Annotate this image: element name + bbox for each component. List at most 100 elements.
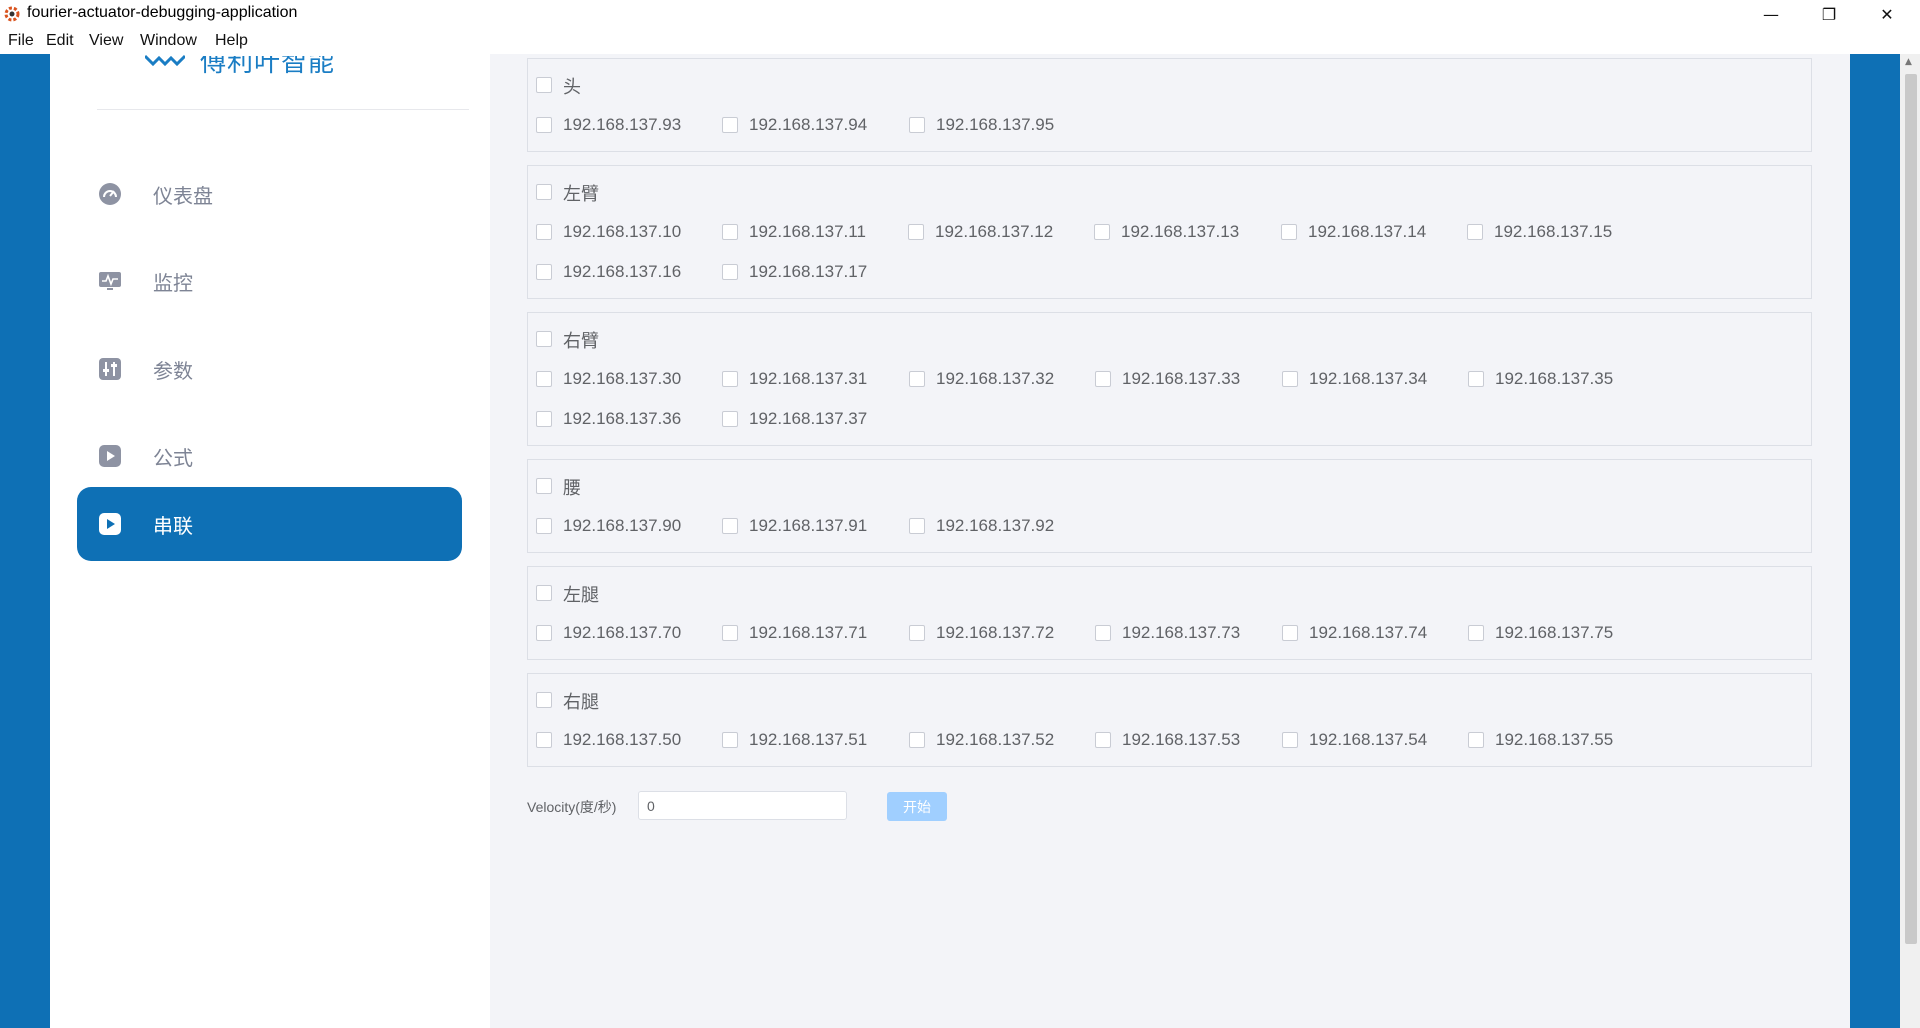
ip-checkbox[interactable] xyxy=(909,732,925,748)
ip-checkbox[interactable] xyxy=(536,264,552,280)
menu-window[interactable]: Window xyxy=(140,32,197,50)
ip-checkbox[interactable] xyxy=(909,625,925,641)
ip-label: 192.168.137.53 xyxy=(1122,730,1241,749)
title-bar: fourier-actuator-debugging-application —… xyxy=(0,0,1920,28)
ip-label: 192.168.137.95 xyxy=(936,115,1055,134)
ip-checkbox[interactable] xyxy=(908,224,924,240)
group-checkbox[interactable] xyxy=(536,184,552,200)
ip-label: 192.168.137.74 xyxy=(1309,623,1428,642)
sidebar-item-monitor[interactable]: 监控 xyxy=(77,244,462,318)
ip-checkbox[interactable] xyxy=(722,371,738,387)
ip-label: 192.168.137.73 xyxy=(1122,623,1241,642)
ip-label: 192.168.137.35 xyxy=(1495,369,1614,388)
group-checkbox[interactable] xyxy=(536,77,552,93)
ip-label: 192.168.137.54 xyxy=(1309,730,1428,749)
ip-checkbox[interactable] xyxy=(722,732,738,748)
sidebar-item-label: 参数 xyxy=(153,358,193,383)
window-title: fourier-actuator-debugging-application xyxy=(27,4,298,21)
ip-label: 192.168.137.52 xyxy=(936,730,1055,749)
ip-label: 192.168.137.91 xyxy=(749,516,868,535)
menu-file[interactable]: File xyxy=(8,32,34,50)
ip-label: 192.168.137.55 xyxy=(1495,730,1614,749)
sidebar-item-formula[interactable]: 公式 xyxy=(77,419,462,493)
ip-label: 192.168.137.92 xyxy=(936,516,1055,535)
ip-checkbox[interactable] xyxy=(722,518,738,534)
ip-label: 192.168.137.32 xyxy=(936,369,1055,388)
ip-label: 192.168.137.15 xyxy=(1494,222,1613,241)
group-head: 头 192.168.137.93 192.168.137.94 192.168.… xyxy=(527,58,1812,152)
ip-label: 192.168.137.13 xyxy=(1121,222,1240,241)
ip-checkbox[interactable] xyxy=(722,117,738,133)
ip-label: 192.168.137.37 xyxy=(749,409,868,428)
ip-checkbox[interactable] xyxy=(909,371,925,387)
group-right-leg: 右腿 192.168.137.50 192.168.137.51 192.168… xyxy=(527,673,1812,767)
gauge-icon xyxy=(98,182,122,206)
menu-edit[interactable]: Edit xyxy=(46,32,74,50)
monitor-icon xyxy=(98,269,122,293)
ip-label: 192.168.137.72 xyxy=(936,623,1055,642)
sidebar: 傅利叶智能 仪表盘 监控 参数 公式 串联 xyxy=(50,54,490,1028)
scrollbar[interactable]: ▲ xyxy=(1900,54,1920,1028)
ip-checkbox[interactable] xyxy=(536,732,552,748)
ip-label: 192.168.137.50 xyxy=(563,730,682,749)
ip-label: 192.168.137.75 xyxy=(1495,623,1614,642)
sidebar-item-label: 串联 xyxy=(153,513,193,538)
close-button[interactable]: ✕ xyxy=(1858,0,1916,28)
start-button[interactable]: 开始 xyxy=(887,792,947,821)
menu-help[interactable]: Help xyxy=(215,32,248,50)
group-left-leg: 左腿 192.168.137.70 192.168.137.71 192.168… xyxy=(527,566,1812,660)
ip-checkbox[interactable] xyxy=(1468,732,1484,748)
group-title: 腰 xyxy=(563,478,581,499)
ip-checkbox[interactable] xyxy=(722,411,738,427)
menu-view[interactable]: View xyxy=(89,32,123,50)
ip-checkbox[interactable] xyxy=(536,625,552,641)
ip-checkbox[interactable] xyxy=(1095,371,1111,387)
ip-checkbox[interactable] xyxy=(1282,625,1298,641)
ip-checkbox[interactable] xyxy=(1468,625,1484,641)
ip-label: 192.168.137.71 xyxy=(749,623,868,642)
main-panel: 头 192.168.137.93 192.168.137.94 192.168.… xyxy=(490,54,1850,1028)
ip-checkbox[interactable] xyxy=(1094,224,1110,240)
ip-checkbox[interactable] xyxy=(536,224,552,240)
sidebar-item-dashboard[interactable]: 仪表盘 xyxy=(77,157,462,231)
group-title: 右臂 xyxy=(563,331,599,352)
sidebar-item-label: 监控 xyxy=(153,270,193,295)
restore-button[interactable]: ❐ xyxy=(1800,0,1858,28)
ip-label: 192.168.137.12 xyxy=(935,222,1054,241)
sidebar-item-serial[interactable]: 串联 xyxy=(77,487,462,561)
velocity-input[interactable] xyxy=(638,791,847,820)
group-checkbox[interactable] xyxy=(536,331,552,347)
minimize-button[interactable]: — xyxy=(1742,0,1800,28)
group-checkbox[interactable] xyxy=(536,692,552,708)
ip-checkbox[interactable] xyxy=(909,518,925,534)
ip-checkbox[interactable] xyxy=(1467,224,1483,240)
ip-checkbox[interactable] xyxy=(536,518,552,534)
ip-label: 192.168.137.17 xyxy=(749,262,868,281)
ip-checkbox[interactable] xyxy=(722,625,738,641)
ip-checkbox[interactable] xyxy=(1281,224,1297,240)
scroll-up-icon[interactable]: ▲ xyxy=(1905,57,1912,67)
scrollbar-thumb[interactable] xyxy=(1905,74,1917,944)
ip-label: 192.168.137.90 xyxy=(563,516,682,535)
ip-checkbox[interactable] xyxy=(536,371,552,387)
ip-checkbox[interactable] xyxy=(536,411,552,427)
ip-label: 192.168.137.33 xyxy=(1122,369,1241,388)
group-checkbox[interactable] xyxy=(536,478,552,494)
ip-checkbox[interactable] xyxy=(1282,732,1298,748)
group-right-arm: 右臂 192.168.137.30 192.168.137.31 192.168… xyxy=(527,312,1812,446)
ip-checkbox[interactable] xyxy=(1282,371,1298,387)
sidebar-item-params[interactable]: 参数 xyxy=(77,332,462,406)
ip-checkbox[interactable] xyxy=(536,117,552,133)
group-checkbox[interactable] xyxy=(536,585,552,601)
ip-label: 192.168.137.93 xyxy=(563,115,682,134)
group-left-arm: 左臂 192.168.137.10 192.168.137.11 192.168… xyxy=(527,165,1812,299)
logo-icon xyxy=(145,54,185,67)
app-content: 傅利叶智能 仪表盘 监控 参数 公式 串联 头 192.168.137.93 1… xyxy=(0,54,1920,1028)
ip-checkbox[interactable] xyxy=(1095,732,1111,748)
ip-checkbox[interactable] xyxy=(1468,371,1484,387)
ip-checkbox[interactable] xyxy=(1095,625,1111,641)
group-title: 头 xyxy=(563,77,581,98)
ip-checkbox[interactable] xyxy=(909,117,925,133)
ip-checkbox[interactable] xyxy=(722,224,738,240)
ip-checkbox[interactable] xyxy=(722,264,738,280)
